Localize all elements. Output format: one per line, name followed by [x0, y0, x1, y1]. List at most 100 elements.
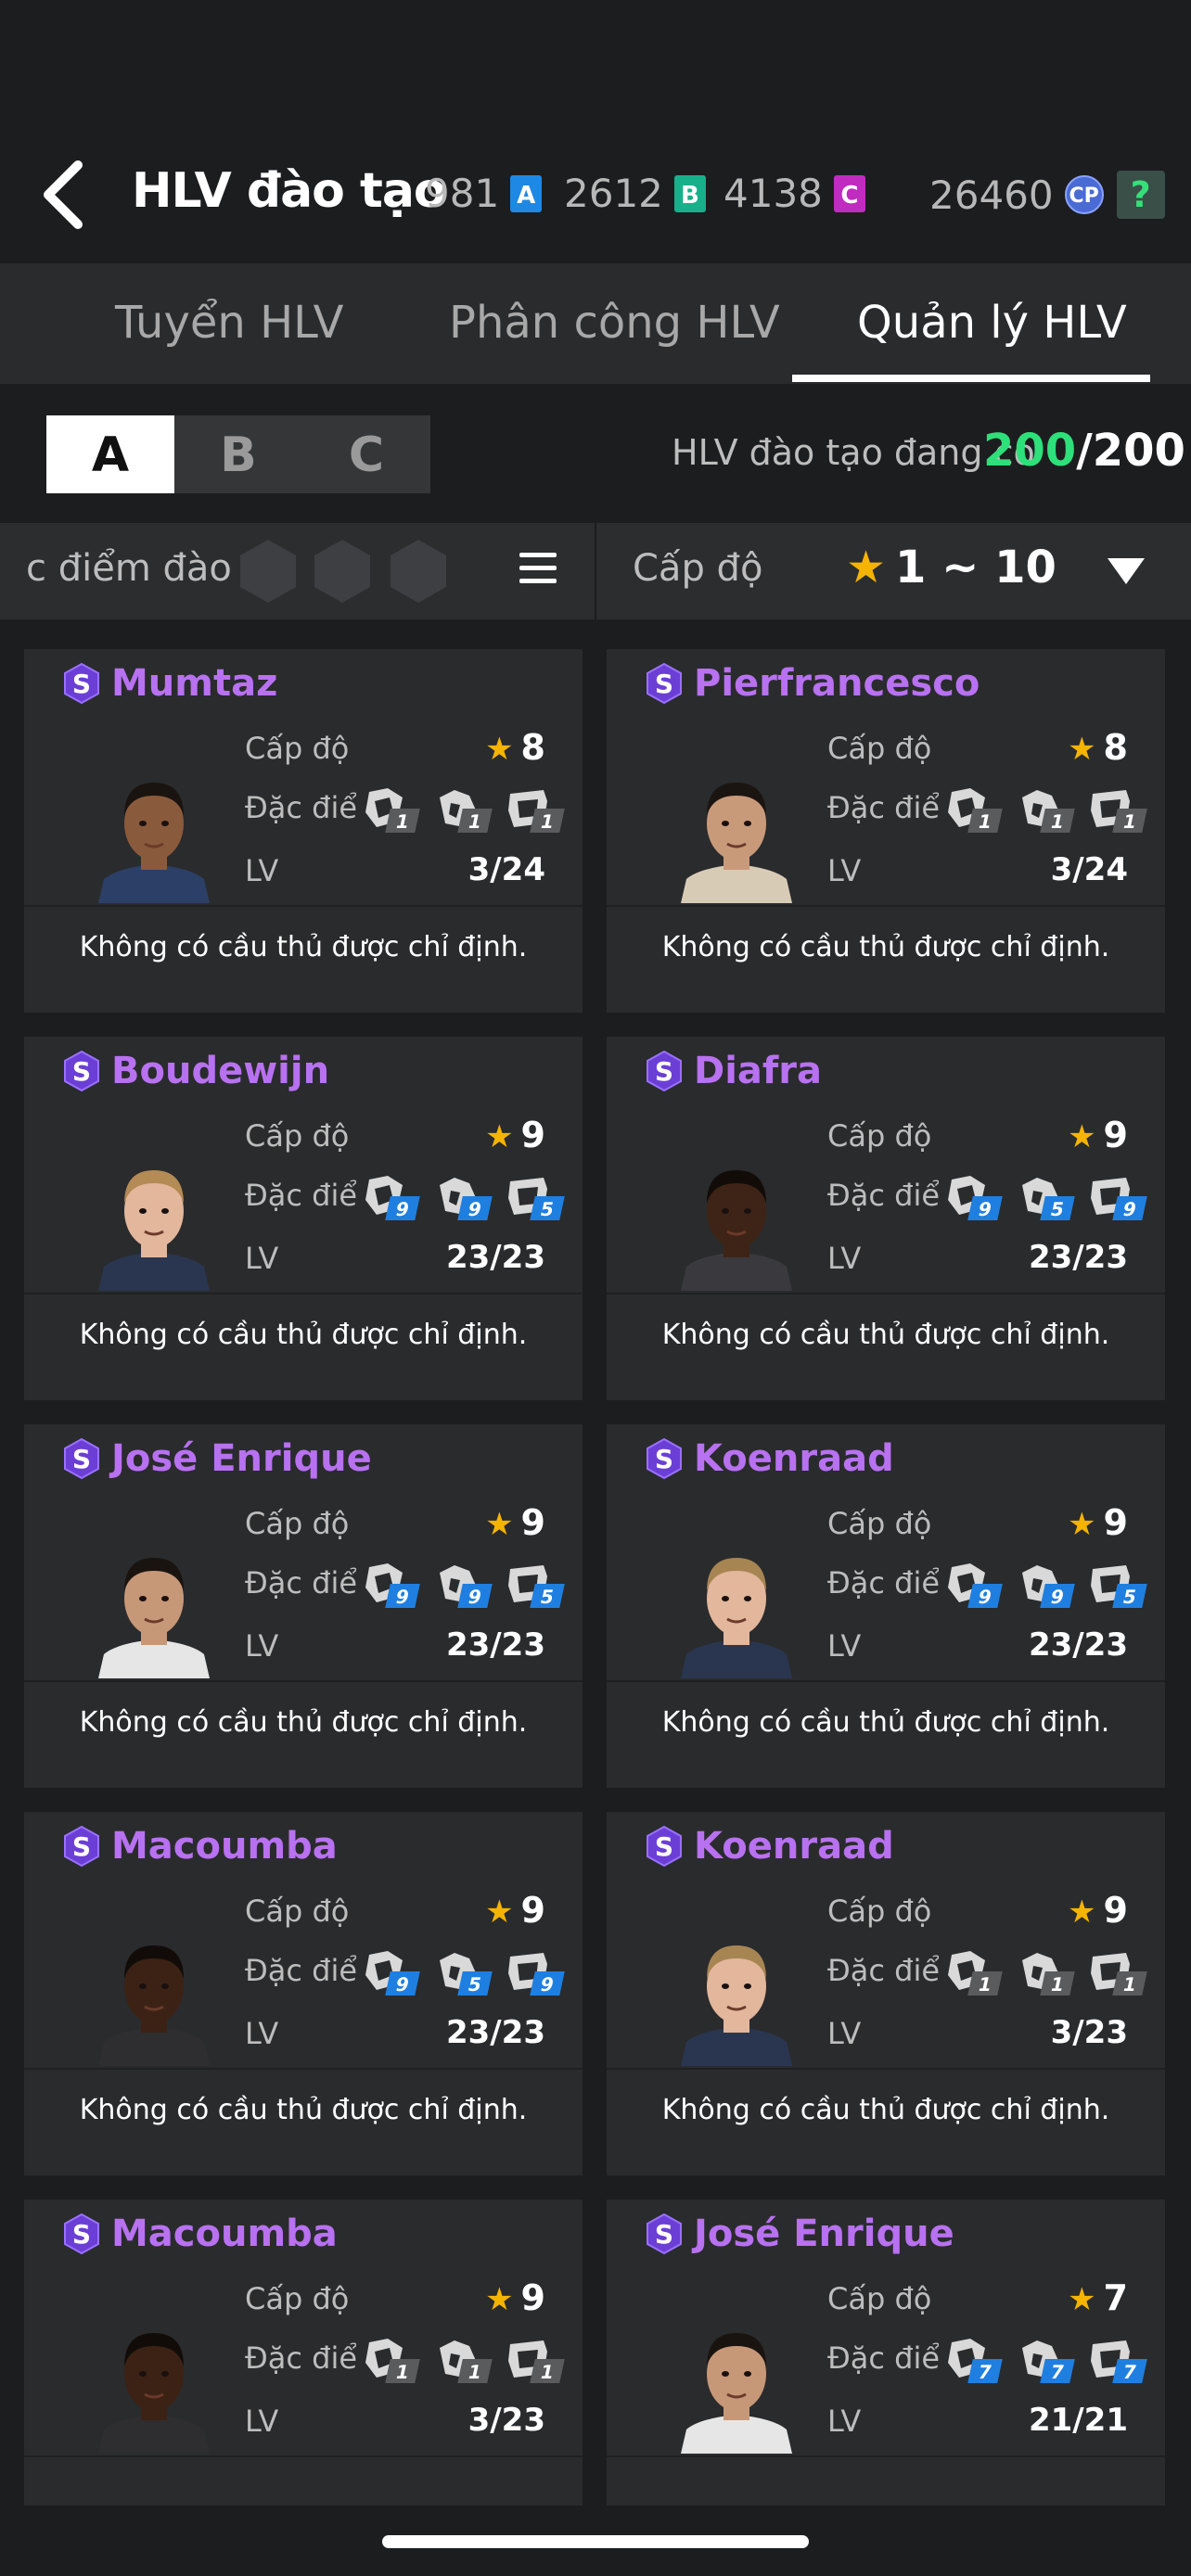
level-label: Cấp độ — [245, 1894, 350, 1929]
card-divider — [607, 2068, 1165, 2070]
coach-card[interactable]: S Macoumba Cấp độ ★9 Đặc điểm 9 5 — [24, 1812, 583, 2175]
coach-name: José Enrique — [111, 1437, 372, 1480]
segment-a[interactable]: A — [46, 415, 174, 493]
coach-portrait — [681, 783, 792, 903]
tab-recruit-coach[interactable]: Tuyển HLV — [115, 297, 343, 349]
grade-s-icon: S — [644, 663, 685, 704]
trait-list: 9 9 5 — [356, 1560, 573, 1612]
grade-s-icon: S — [644, 1826, 685, 1867]
trait-list: 1 1 1 — [939, 1947, 1156, 1999]
star-icon: ★ — [846, 542, 887, 593]
level-filter-range[interactable]: ★ 1 ~ 10 — [846, 542, 1057, 593]
assigned-player-status: Không có cầu thủ được chỉ định. — [661, 1706, 1110, 1739]
trait-level: 1 — [385, 2359, 420, 2383]
trait-badge: 9 — [356, 1560, 423, 1612]
lv-label: LV — [245, 2016, 279, 2051]
coach-card[interactable]: S Mumtaz Cấp độ ★8 Đặc điểm 1 1 — [24, 649, 583, 1013]
card-divider — [24, 1680, 583, 1682]
coach-card[interactable]: S Macoumba Cấp độ ★9 Đặc điểm 1 1 — [24, 2200, 583, 2506]
trait-level: 9 — [967, 1196, 1003, 1220]
trait-badge: 9 — [939, 1172, 1005, 1224]
card-divider — [24, 2455, 583, 2457]
top-bar: HLV đào tạo 981 A 2612 B 4138 C 26460 CP… — [0, 0, 1191, 263]
coach-lv-progress: 3/23 — [1050, 2014, 1128, 2051]
segment-b[interactable]: B — [174, 415, 302, 493]
trait-level: 9 — [385, 1971, 420, 1996]
card-divider — [24, 2068, 583, 2070]
coach-card[interactable]: S José Enrique Cấp độ ★7 Đặc điểm 7 — [607, 2200, 1165, 2506]
trait-level: 1 — [457, 2359, 493, 2383]
trait-level: 5 — [530, 1196, 565, 1220]
coach-portrait — [98, 2333, 210, 2454]
lv-label: LV — [827, 1628, 862, 1664]
coach-level: ★ 8 — [485, 727, 545, 768]
coach-level: ★ 9 — [1068, 1115, 1128, 1155]
coach-header: S Boudewijn — [61, 1050, 329, 1092]
grade-s-icon: S — [61, 1826, 102, 1867]
coach-portrait — [681, 1170, 792, 1291]
trait-level: 9 — [385, 1196, 420, 1220]
trait-level: 9 — [385, 1584, 420, 1608]
lv-label: LV — [827, 853, 862, 888]
coach-name: Koenraad — [694, 1825, 894, 1868]
level-label: Cấp độ — [827, 1118, 932, 1154]
currency-c-value: 4138 — [724, 171, 823, 216]
coach-card[interactable]: S Koenraad Cấp độ ★9 Đặc điểm 1 1 — [607, 1812, 1165, 2175]
coach-lv-progress: 21/21 — [1028, 2402, 1128, 2439]
coach-header: S Mumtaz — [61, 662, 277, 705]
trait-badge: 9 — [1011, 1560, 1078, 1612]
coach-card[interactable]: S Koenraad Cấp độ ★9 Đặc điểm 9 9 — [607, 1424, 1165, 1788]
coach-count-label: HLV đào tạo đang có — [672, 432, 1035, 473]
trait-badge: 1 — [939, 784, 1005, 836]
coach-header: S Macoumba — [61, 1825, 338, 1868]
coach-header: S José Enrique — [644, 2213, 954, 2255]
card-divider — [607, 1293, 1165, 1294]
coach-name: Koenraad — [694, 1437, 894, 1480]
trait-level: 1 — [967, 809, 1003, 833]
coach-lv-progress: 3/23 — [467, 2402, 545, 2439]
trait-badge: 1 — [939, 1947, 1005, 1999]
currency-b-icon: B — [673, 174, 706, 212]
trait-slot-3-icon[interactable] — [388, 538, 449, 605]
tab-bar: Tuyển HLV Phân công HLV Quản lý HLV — [0, 263, 1191, 384]
coach-card[interactable]: S Pierfrancesco Cấp độ ★8 Đặc điểm 1 — [607, 649, 1165, 1013]
trait-slot-1-icon[interactable] — [237, 538, 299, 605]
coach-portrait — [98, 783, 210, 903]
coach-level: ★ 9 — [485, 2277, 545, 2318]
trait-level: 5 — [1040, 1196, 1075, 1220]
star-icon: ★ — [1068, 2281, 1096, 2318]
coach-card[interactable]: S Boudewijn Cấp độ ★9 Đặc điểm 9 — [24, 1037, 583, 1400]
trait-level: 9 — [1040, 1584, 1075, 1608]
coach-portrait — [98, 1558, 210, 1678]
trait-filter-label[interactable]: c điểm đào — [26, 547, 232, 590]
tab-assign-coach[interactable]: Phân công HLV — [449, 297, 780, 349]
help-button[interactable]: ? — [1116, 171, 1165, 219]
trait-badge: 9 — [429, 1172, 495, 1224]
trait-badge: 9 — [939, 1560, 1005, 1612]
tab-manage-coach[interactable]: Quản lý HLV — [857, 297, 1127, 349]
trait-level: 7 — [1040, 2359, 1075, 2383]
dropdown-caret-icon[interactable] — [1108, 558, 1145, 584]
trait-slot-2-icon[interactable] — [312, 538, 373, 605]
coach-card[interactable]: S Diafra Cấp độ ★9 Đặc điểm 9 5 — [607, 1037, 1165, 1400]
coach-name: Macoumba — [111, 2213, 338, 2255]
currency-a-icon: A — [510, 174, 543, 212]
coach-name: Mumtaz — [111, 662, 278, 705]
trait-list: 1 1 1 — [939, 784, 1156, 836]
star-icon: ★ — [485, 1894, 514, 1931]
trait-level: 9 — [457, 1584, 493, 1608]
traits-label: Đặc điểm — [245, 2340, 356, 2376]
trait-badge: 1 — [356, 2335, 423, 2387]
coach-count-value: 200/200 — [983, 425, 1185, 477]
coach-portrait — [681, 1558, 792, 1678]
hamburger-menu-icon[interactable] — [519, 553, 557, 586]
trait-level: 1 — [530, 2359, 565, 2383]
back-arrow-icon[interactable] — [37, 158, 93, 232]
coach-card[interactable]: S José Enrique Cấp độ ★9 Đặc điểm 9 — [24, 1424, 583, 1788]
grade-s-icon: S — [644, 1438, 685, 1479]
segment-c[interactable]: C — [302, 415, 430, 493]
coach-header: S José Enrique — [61, 1437, 372, 1480]
star-icon: ★ — [1068, 731, 1096, 768]
coach-name: Pierfrancesco — [694, 662, 980, 705]
trait-level: 1 — [457, 809, 493, 833]
